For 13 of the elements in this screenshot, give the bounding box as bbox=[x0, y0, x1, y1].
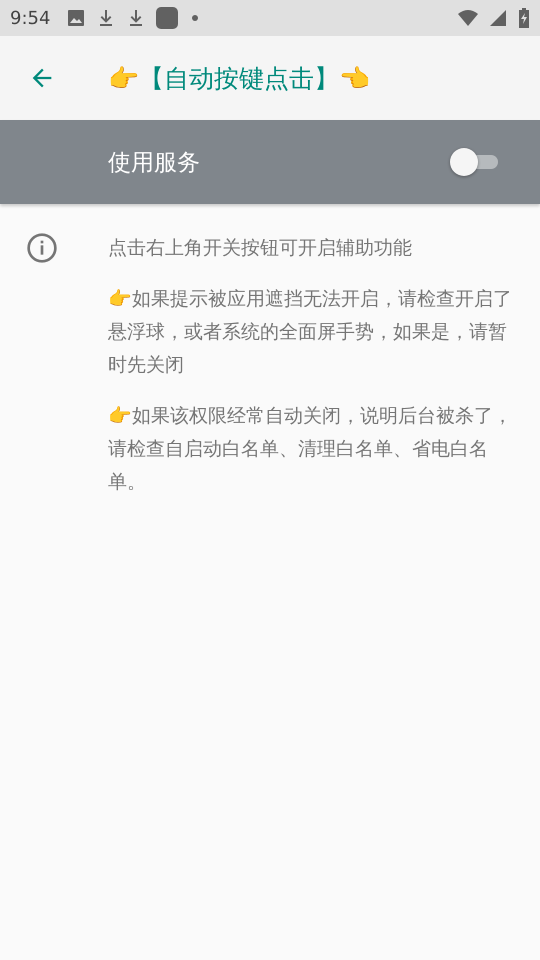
info-paragraph: 👉如果该权限经常自动关闭，说明后台被杀了，请检查自启动白名单、清理白名单、省电白名单。 bbox=[108, 404, 513, 495]
info-icon bbox=[26, 232, 58, 264]
info-paragraph: 👉如果提示被应用遮挡无法开启，请检查开启了悬浮球，或者系统的全面屏手势，如果是，请暂时先关闭 bbox=[108, 287, 513, 378]
info-paragraph: 点击右上角开关按钮可开启辅助功能 bbox=[108, 236, 413, 261]
status-time: 9:54 bbox=[10, 8, 50, 28]
wifi-icon bbox=[458, 8, 478, 28]
image-icon bbox=[66, 8, 86, 28]
switch-label: 使用服务 bbox=[108, 148, 200, 178]
notification-dot-icon bbox=[192, 15, 198, 21]
toolbar-title: 👉【自动按键点击】👈 bbox=[108, 62, 370, 94]
app-icon bbox=[156, 7, 178, 29]
signal-icon bbox=[488, 8, 508, 28]
battery-charging-icon bbox=[518, 8, 530, 28]
